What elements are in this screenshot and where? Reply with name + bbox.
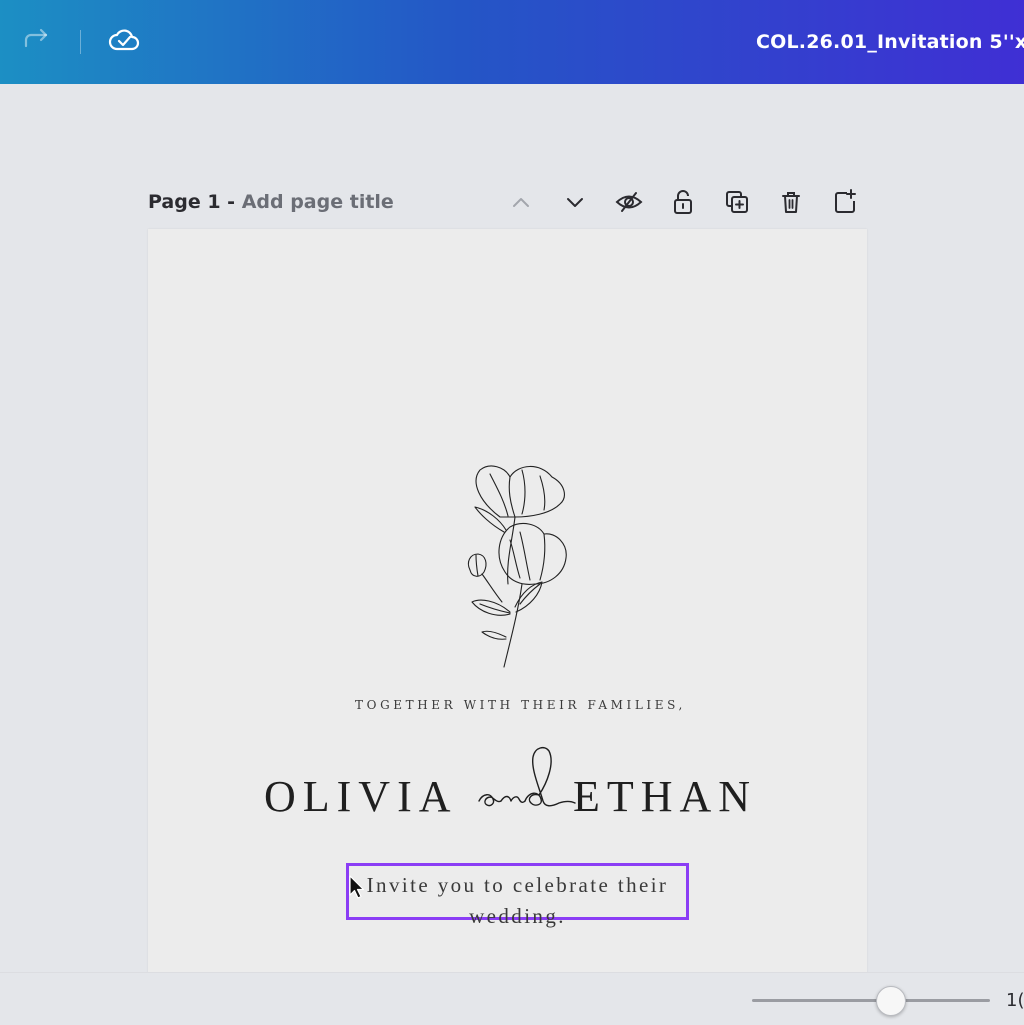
hide-eye-icon[interactable] — [614, 187, 644, 217]
add-page-icon[interactable] — [830, 187, 860, 217]
invite-text[interactable]: Invite you to celebrate their wedding. — [349, 870, 686, 932]
together-with-families-text[interactable]: TOGETHER WITH THEIR FAMILIES, — [148, 698, 893, 712]
trash-icon[interactable] — [776, 187, 806, 217]
cloud-saved-icon[interactable] — [107, 24, 141, 58]
add-page-title[interactable]: Add page title — [242, 191, 394, 213]
mouse-pointer-icon — [349, 875, 365, 899]
bride-name[interactable]: OLIVIA — [264, 771, 458, 822]
page-label: Page 1 - Add page title — [148, 191, 394, 213]
invite-line-2: wedding. — [469, 904, 566, 928]
duplicate-page-icon[interactable] — [722, 187, 752, 217]
top-bar: COL.26.01_Invitation 5''x7'' — [0, 0, 1024, 84]
zoom-percent-label[interactable]: 1( — [1006, 990, 1024, 1011]
redo-icon[interactable] — [20, 24, 54, 58]
page-header: Page 1 - Add page title — [148, 186, 868, 220]
couple-names[interactable]: OLIVIA ETHAN — [264, 743, 770, 823]
poppy-flower-illustration[interactable] — [460, 462, 570, 672]
lock-icon[interactable] — [668, 187, 698, 217]
zoom-slider-thumb[interactable] — [876, 986, 907, 1016]
document-title[interactable]: COL.26.01_Invitation 5''x7'' — [756, 31, 1024, 53]
selected-text-box[interactable]: Invite you to celebrate their wedding. — [346, 863, 689, 928]
zoom-slider-track[interactable] — [752, 999, 990, 1002]
invite-line-1: Invite you to celebrate their — [366, 873, 669, 897]
groom-name[interactable]: ETHAN — [573, 771, 757, 822]
toolbar-separator — [80, 30, 81, 54]
and-script-graphic[interactable] — [469, 743, 579, 823]
chevron-up-icon[interactable] — [506, 187, 536, 217]
page-number-label: Page 1 - — [148, 191, 242, 213]
chevron-down-icon[interactable] — [560, 187, 590, 217]
design-page[interactable]: TOGETHER WITH THEIR FAMILIES, OLIVIA ETH… — [148, 229, 867, 974]
